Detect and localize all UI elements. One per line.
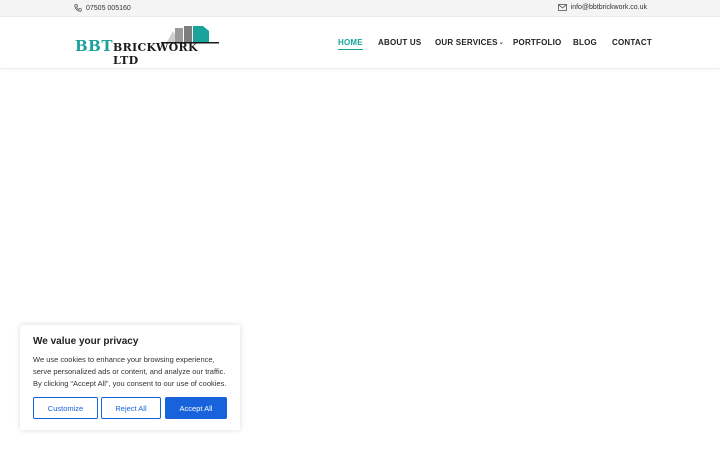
top-bar: 07505 005160 info@bbtbrickwork.co.uk: [0, 0, 720, 17]
logo-wordmark: BBT: [75, 37, 114, 55]
phone-number[interactable]: 07505 005160: [86, 5, 131, 12]
customize-button[interactable]: Customize: [33, 397, 98, 419]
site-logo[interactable]: BBT BRICKWORK LTD: [75, 25, 220, 67]
email-contact[interactable]: info@bbtbrickwork.co.uk: [557, 4, 647, 11]
reject-all-button[interactable]: Reject All: [101, 397, 161, 419]
site-header: BBT BRICKWORK LTD HOME ABOUT US OUR SERV…: [0, 17, 720, 69]
nav-portfolio[interactable]: PORTFOLIO: [513, 38, 561, 47]
cookie-description: We use cookies to enhance your browsing …: [33, 355, 227, 388]
phone-contact[interactable]: 07505 005160: [74, 4, 131, 12]
phone-icon: [74, 4, 82, 12]
email-address[interactable]: info@bbtbrickwork.co.uk: [571, 4, 647, 11]
cookie-title: We value your privacy: [33, 336, 139, 347]
cookie-consent-banner: We value your privacy We use cookies to …: [20, 325, 240, 430]
logo-subtitle: BRICKWORK LTD: [113, 41, 198, 67]
chevron-down-icon: ⌄: [498, 40, 504, 46]
nav-contact[interactable]: CONTACT: [612, 38, 652, 47]
nav-about-us[interactable]: ABOUT US: [378, 38, 421, 47]
nav-blog[interactable]: BLOG: [573, 38, 597, 47]
nav-home[interactable]: HOME: [338, 38, 363, 50]
accept-all-button[interactable]: Accept All: [165, 397, 227, 419]
envelope-icon: [557, 4, 567, 11]
nav-our-services-label: OUR SERVICES: [435, 38, 498, 47]
nav-our-services[interactable]: OUR SERVICES⌄: [435, 38, 504, 47]
